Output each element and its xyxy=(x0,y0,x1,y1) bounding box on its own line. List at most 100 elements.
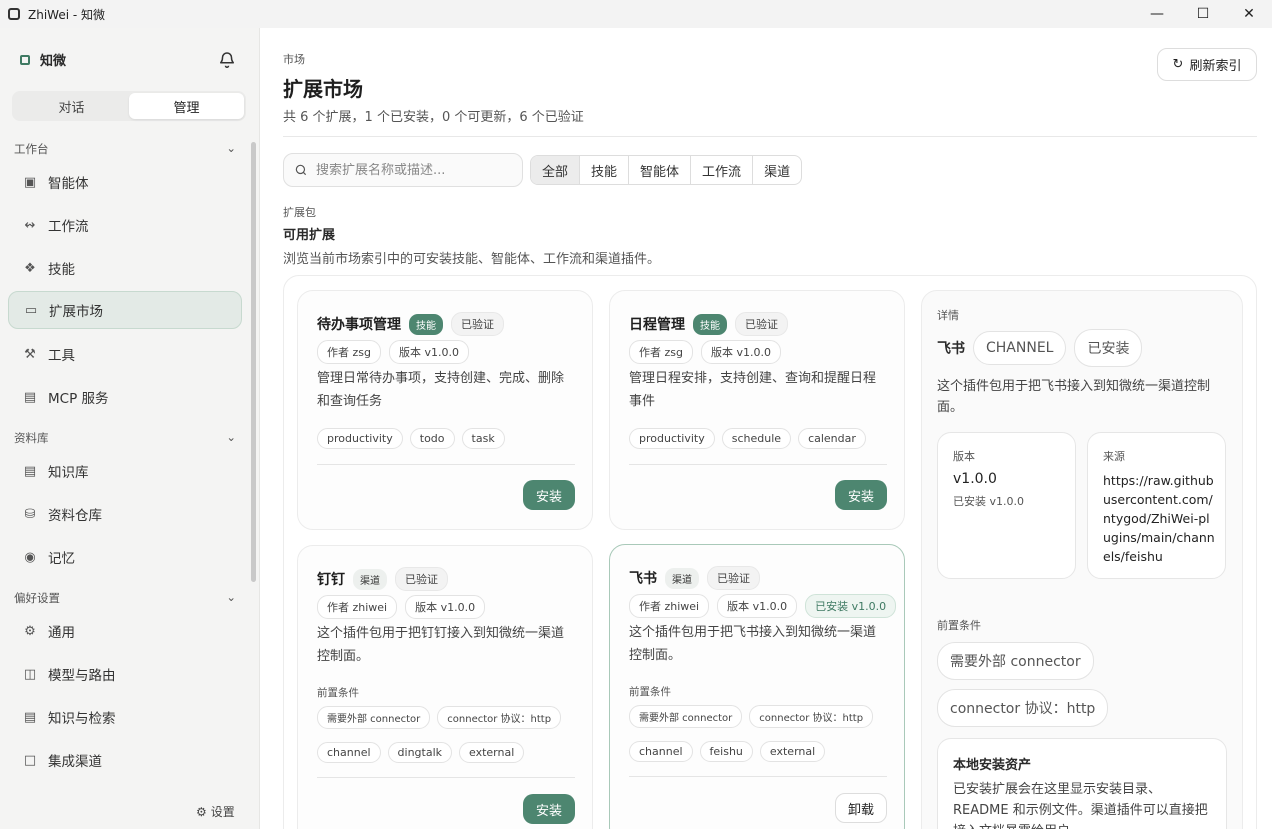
sidebar-item-mcp[interactable]: ▤ MCP 服务 xyxy=(8,378,242,416)
version-badge: 版本 v1.0.0 xyxy=(405,595,486,619)
prereq-badge: 需要外部 connector xyxy=(937,642,1094,680)
tab-chat[interactable]: 对话 xyxy=(14,93,129,119)
close-button[interactable]: ✕ xyxy=(1226,0,1272,28)
title-bar: ZhiWei - 知微 — ☐ ✕ xyxy=(0,0,1272,28)
extension-card-schedule[interactable]: 日程管理 技能 已验证 作者 zsg 版本 v1.0.0 管理日程安排，支持创建… xyxy=(609,290,905,530)
version-label: 版本 xyxy=(953,450,975,463)
refresh-index-button[interactable]: ↻ 刷新索引 xyxy=(1157,48,1257,81)
tag: channel xyxy=(317,742,381,763)
extension-card-todo[interactable]: 待办事项管理 技能 已验证 作者 zsg 版本 v1.0.0 管理日常待办事项，… xyxy=(297,290,593,530)
brain-icon: ◉ xyxy=(24,549,36,565)
brand-name: 知微 xyxy=(40,54,67,69)
tag: productivity xyxy=(629,428,715,449)
kind-badge: 渠道 xyxy=(353,568,387,590)
breadcrumb: 市场 xyxy=(283,53,305,66)
chevron-down-icon: ⌄ xyxy=(226,430,236,444)
prereq-label: 前置条件 xyxy=(937,619,981,632)
bot-icon: ▣ xyxy=(23,174,37,190)
section-description: 浏览当前市场索引中的可安装技能、智能体、工作流和渠道插件。 xyxy=(283,252,661,267)
card-divider xyxy=(317,464,575,465)
card-divider xyxy=(629,776,887,777)
kind-badge: 技能 xyxy=(409,313,443,335)
card-description: 这个插件包用于把飞书接入到知微统一渠道控制面。 xyxy=(629,625,877,663)
prereq-badge: 需要外部 connector xyxy=(317,706,431,729)
prereq-badge: connector 协议：http xyxy=(437,706,562,729)
detail-pane: 详情 飞书 CHANNEL 已安装 这个插件包用于把飞书接入到知微统一渠道控制面… xyxy=(921,290,1243,829)
book-open-icon: ▤ xyxy=(23,709,37,725)
card-title: 钉钉 xyxy=(317,572,345,588)
source-label: 来源 xyxy=(1103,450,1125,463)
card-title: 飞书 xyxy=(629,571,657,587)
chevron-down-icon: ⌄ xyxy=(226,590,236,604)
filter-workflows[interactable]: 工作流 xyxy=(691,156,754,184)
tab-manage[interactable]: 管理 xyxy=(129,93,244,119)
sidebar-item-tools[interactable]: ⚒ 工具 xyxy=(8,335,242,373)
verified-badge: 已验证 xyxy=(707,566,760,590)
tag: feishu xyxy=(699,741,753,762)
install-button[interactable]: 安装 xyxy=(523,794,575,824)
tag: external xyxy=(459,742,525,763)
tag: schedule xyxy=(721,428,792,449)
section-workbench[interactable]: 工作台 ⌄ xyxy=(14,141,236,157)
section-library[interactable]: 资料库 ⌄ xyxy=(14,430,236,446)
mode-switch: 对话 管理 xyxy=(12,91,246,121)
settings-button[interactable]: ⚙ 设置 xyxy=(196,803,235,820)
version-badge: 版本 v1.0.0 xyxy=(388,340,469,364)
filter-channels[interactable]: 渠道 xyxy=(753,156,801,184)
sidebar-item-knowledge-base[interactable]: ▤ 知识库 xyxy=(8,452,242,490)
server-icon: ▤ xyxy=(23,389,37,405)
prereq-badge: connector 协议：http xyxy=(749,705,874,728)
page-summary: 共 6 个扩展，1 个已安装，0 个可更新，6 个已验证 xyxy=(283,110,584,125)
install-button[interactable]: 安装 xyxy=(523,480,575,510)
maximize-button[interactable]: ☐ xyxy=(1180,0,1226,28)
card-description: 管理日常待办事项，支持创建、完成、删除和查询任务 xyxy=(317,371,565,409)
verified-badge: 已验证 xyxy=(735,312,788,336)
sidebar-item-models[interactable]: ◫ 模型与路由 xyxy=(8,655,242,693)
filter-skills[interactable]: 技能 xyxy=(580,156,630,184)
filter-agents[interactable]: 智能体 xyxy=(629,156,692,184)
author-badge: 作者 zsg xyxy=(629,340,693,364)
minimize-button[interactable]: — xyxy=(1134,0,1180,28)
chevron-down-icon: ⌄ xyxy=(226,141,236,155)
sidebar-scrollbar[interactable] xyxy=(251,142,256,582)
sidebar-item-memory[interactable]: ◉ 记忆 xyxy=(8,538,242,576)
installed-badge: 已安装 v1.0.0 xyxy=(805,594,897,618)
sidebar-item-agents[interactable]: ▣ 智能体 xyxy=(8,163,242,201)
sidebar-item-retrieval[interactable]: ▤ 知识与检索 xyxy=(8,698,242,736)
sidebar-item-marketplace[interactable]: ▭ 扩展市场 xyxy=(8,291,242,329)
card-divider xyxy=(317,777,575,778)
search-icon xyxy=(295,164,307,176)
sidebar-item-workflows[interactable]: ↭ 工作流 xyxy=(8,206,242,244)
kind-badge: 技能 xyxy=(693,313,727,335)
main-content: 市场 扩展市场 共 6 个扩展，1 个已安装，0 个可更新，6 个已验证 ↻ 刷… xyxy=(261,28,1272,829)
card-description: 这个插件包用于把钉钉接入到知微统一渠道控制面。 xyxy=(317,626,565,664)
gear-icon: ⚙ xyxy=(196,804,207,819)
detail-title: 飞书 xyxy=(937,341,965,357)
section-preferences[interactable]: 偏好设置 ⌄ xyxy=(14,590,236,606)
extension-card-dingtalk[interactable]: 钉钉 渠道 已验证 作者 zhiwei 版本 v1.0.0 这个插件包用于把钉钉… xyxy=(297,545,593,829)
sidebar-item-channels[interactable]: □ 集成渠道 xyxy=(8,741,242,779)
bell-icon[interactable] xyxy=(218,50,236,68)
filter-all[interactable]: 全部 xyxy=(531,156,581,184)
local-assets-box: 本地安装资产 已安装扩展会在这里显示安装目录、README 和示例文件。渠道插件… xyxy=(937,738,1227,829)
author-badge: 作者 zhiwei xyxy=(629,594,710,618)
verified-badge: 已验证 xyxy=(451,312,504,336)
install-button[interactable]: 安装 xyxy=(835,480,887,510)
search-input[interactable] xyxy=(316,162,516,178)
extension-card-feishu[interactable]: 飞书 渠道 已验证 作者 zhiwei 版本 v1.0.0 已安装 v1.0.0… xyxy=(609,544,905,829)
source-box: 来源 https://raw.githubusercontent.com/nty… xyxy=(1087,432,1226,579)
database-icon: ⛁ xyxy=(24,506,36,522)
sidebar-item-skills[interactable]: ❖ 技能 xyxy=(8,249,242,287)
version-value: v1.0.0 xyxy=(953,471,997,487)
detail-description: 这个插件包用于把飞书接入到知微统一渠道控制面。 xyxy=(937,379,1211,415)
uninstall-button[interactable]: 卸载 xyxy=(835,793,887,823)
sidebar-item-general[interactable]: ⚙ 通用 xyxy=(8,612,242,650)
card-divider xyxy=(629,464,887,465)
sidebar-item-repository[interactable]: ⛁ 资料仓库 xyxy=(8,495,242,533)
author-badge: 作者 zhiwei xyxy=(317,595,398,619)
tag: dingtalk xyxy=(387,742,453,763)
logo-icon xyxy=(20,54,30,65)
card-title: 日程管理 xyxy=(629,317,685,333)
app-icon xyxy=(8,8,20,20)
tag: productivity xyxy=(317,428,403,449)
